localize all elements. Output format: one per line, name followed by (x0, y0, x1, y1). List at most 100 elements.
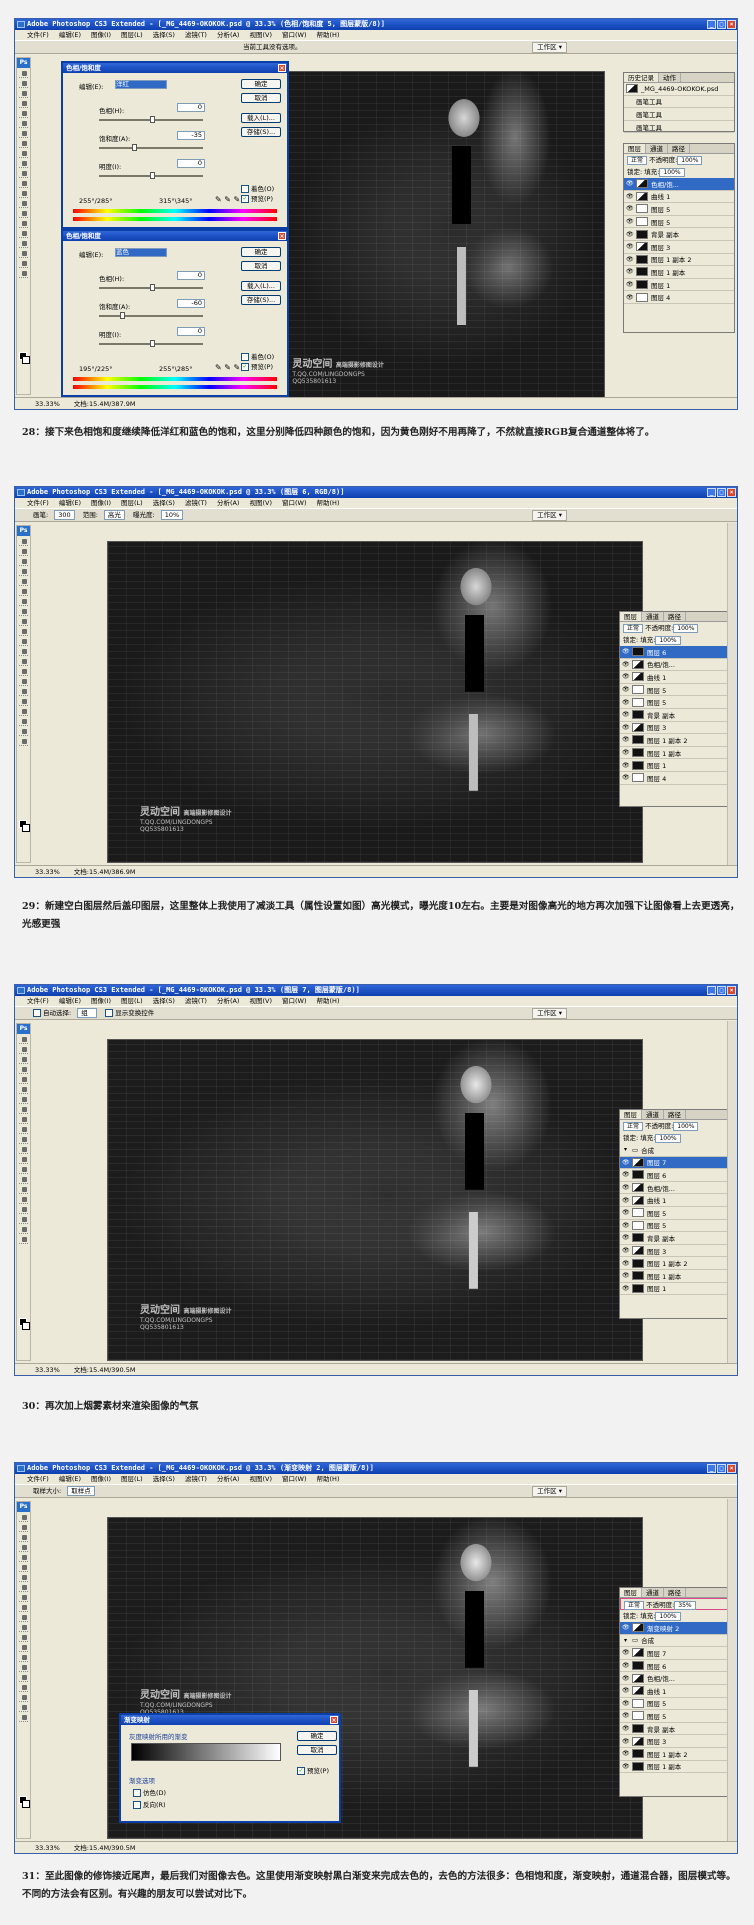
layer-row[interactable]: 👁 图层 6 (620, 646, 734, 659)
menu-edit[interactable]: 编辑(E) (59, 30, 81, 40)
maximize-button[interactable]: □ (717, 1464, 726, 1473)
menu-image[interactable]: 图像(I) (91, 30, 111, 40)
layer-row[interactable]: 👁 图层 4 (620, 772, 734, 785)
menu-file[interactable]: 文件(F) (27, 996, 49, 1006)
layer-row[interactable]: 👁 色相/饱... (620, 1182, 734, 1195)
tab-paths[interactable]: 路径 (664, 612, 686, 621)
menu-image[interactable]: 图像(I) (91, 1474, 111, 1484)
healing-brush-icon[interactable] (19, 598, 28, 606)
layer-row[interactable]: 👁 图层 1 副本 (624, 266, 734, 279)
hand-tool-icon[interactable] (19, 1704, 28, 1712)
gradient-tool-icon[interactable] (19, 1624, 28, 1632)
menu-filter[interactable]: 滤镜(T) (185, 30, 207, 40)
healing-brush-icon[interactable] (19, 130, 28, 138)
preview-checkbox[interactable]: 预览(P) (241, 193, 273, 203)
colorize-checkbox[interactable]: 着色(O) (241, 183, 274, 193)
dodge-tool-icon[interactable] (19, 190, 28, 198)
menu-layer[interactable]: 图层(L) (121, 30, 143, 40)
pen-tool-icon[interactable] (19, 200, 28, 208)
layer-row[interactable]: 👁 曲线 1 (620, 671, 734, 684)
history-brush-icon[interactable] (19, 628, 28, 636)
zoom-tool-icon[interactable] (19, 738, 28, 746)
menu-help[interactable]: 帮助(H) (317, 498, 340, 508)
path-select-icon[interactable] (19, 1186, 28, 1194)
dodge-tool-icon[interactable] (19, 658, 28, 666)
crop-tool-icon[interactable] (19, 1076, 28, 1084)
history-item[interactable]: 画笔工具 (624, 108, 734, 121)
stamp-tool-icon[interactable] (19, 150, 28, 158)
load-button[interactable]: 载入(L)... (241, 113, 281, 123)
layer-row[interactable]: 👁 图层 1 副本 (620, 1270, 734, 1283)
path-select-icon[interactable] (19, 1664, 28, 1672)
zoom-tool-icon[interactable] (19, 1714, 28, 1722)
menu-file[interactable]: 文件(F) (27, 498, 49, 508)
eraser-tool-icon[interactable] (19, 1136, 28, 1144)
blend-mode-select[interactable]: 正常 (624, 1600, 645, 1610)
menu-edit[interactable]: 编辑(E) (59, 1474, 81, 1484)
path-select-icon[interactable] (19, 688, 28, 696)
ok-button[interactable]: 确定 (241, 79, 281, 89)
opacity-field[interactable]: 100% (673, 1121, 699, 1131)
layer-row[interactable]: 👁 图层 1 (624, 279, 734, 292)
auto-select-checkbox[interactable]: 自动选择: (33, 1007, 71, 1019)
menu-view[interactable]: 视图(V) (249, 498, 272, 508)
save-button[interactable]: 存储(S)... (241, 295, 281, 305)
history-snapshot[interactable]: _MG_4469-OKOKOK.psd (624, 83, 734, 96)
fill-field[interactable]: 100% (655, 635, 681, 645)
hand-tool-icon[interactable] (19, 260, 28, 268)
hue-slider[interactable] (99, 116, 203, 123)
saturation-slider[interactable] (99, 312, 203, 319)
slice-tool-icon[interactable] (19, 120, 28, 128)
auto-select-target[interactable]: 组 (77, 1008, 98, 1018)
menu-filter[interactable]: 滤镜(T) (185, 1474, 207, 1484)
layer-row[interactable]: 👁 背景 副本 (620, 1723, 734, 1736)
layer-group-row[interactable]: ▾ ▭ 合成 (620, 1144, 734, 1157)
preview-checkbox[interactable]: 预览(P) (241, 361, 273, 371)
layer-row[interactable]: 👁 图层 1 副本 2 (620, 1257, 734, 1270)
healing-brush-icon[interactable] (19, 1096, 28, 1104)
brush-size-picker[interactable]: 300 (54, 510, 75, 520)
preview-checkbox[interactable]: 预览(P) (297, 1765, 329, 1775)
layer-row[interactable]: 👁 图层 3 (620, 722, 734, 735)
lightness-slider[interactable] (99, 172, 203, 179)
layer-row[interactable]: 👁 色相/饱... (620, 659, 734, 672)
layer-row[interactable]: 👁 图层 5 (624, 203, 734, 216)
menu-window[interactable]: 窗口(W) (282, 30, 307, 40)
close-button[interactable]: × (727, 20, 736, 29)
background-color[interactable] (22, 1800, 30, 1808)
layer-row[interactable]: 👁 图层 6 (620, 1660, 734, 1673)
ok-button[interactable]: 确定 (241, 247, 281, 257)
background-color[interactable] (22, 356, 30, 364)
menu-file[interactable]: 文件(F) (27, 1474, 49, 1484)
dither-checkbox[interactable]: 仿色(D) (133, 1787, 166, 1797)
layer-row[interactable]: 👁 图层 6 (620, 1169, 734, 1182)
layer-row[interactable]: 👁 图层 1 副本 (620, 1761, 734, 1774)
cancel-button[interactable]: 取消 (297, 1745, 337, 1755)
colorize-checkbox[interactable]: 着色(O) (241, 351, 274, 361)
layer-row[interactable]: 👁 图层 3 (620, 1735, 734, 1748)
hue-slider-knob[interactable] (150, 284, 155, 291)
gradient-preview[interactable] (131, 1743, 281, 1761)
document-canvas[interactable]: 灵动空间 高端摄影修图设计T.QQ.COM/LINGDONGPSQQ535801… (107, 1039, 643, 1361)
history-brush-icon[interactable] (19, 1126, 28, 1134)
layer-row[interactable]: 👁 曲线 1 (620, 1685, 734, 1698)
slice-tool-icon[interactable] (19, 1564, 28, 1572)
fill-field[interactable]: 100% (659, 167, 685, 177)
close-button[interactable]: × (727, 986, 736, 995)
menu-filter[interactable]: 滤镜(T) (185, 996, 207, 1006)
document-canvas[interactable]: 灵动空间 高端摄影修图设计T.QQ.COM/LINGDONGPSQQ535801… (285, 71, 605, 399)
stamp-tool-icon[interactable] (19, 1116, 28, 1124)
crop-tool-icon[interactable] (19, 1554, 28, 1562)
layer-row[interactable]: 👁 图层 1 副本 2 (620, 1748, 734, 1761)
layer-row[interactable]: 👁 渐变映射 2 (620, 1622, 734, 1635)
blend-mode-select[interactable]: 正常 (623, 1121, 644, 1131)
menu-edit[interactable]: 编辑(E) (59, 996, 81, 1006)
menu-select[interactable]: 选择(S) (153, 996, 175, 1006)
opacity-field[interactable]: 35% (674, 1600, 696, 1610)
document-canvas[interactable]: 灵动空间 高端摄影修图设计T.QQ.COM/LINGDONGPSQQ535801… (107, 541, 643, 863)
lightness-slider-knob[interactable] (150, 172, 155, 179)
minimize-button[interactable]: _ (707, 20, 716, 29)
path-select-icon[interactable] (19, 220, 28, 228)
notes-tool-icon[interactable] (19, 240, 28, 248)
brush-tool-icon[interactable] (19, 1106, 28, 1114)
